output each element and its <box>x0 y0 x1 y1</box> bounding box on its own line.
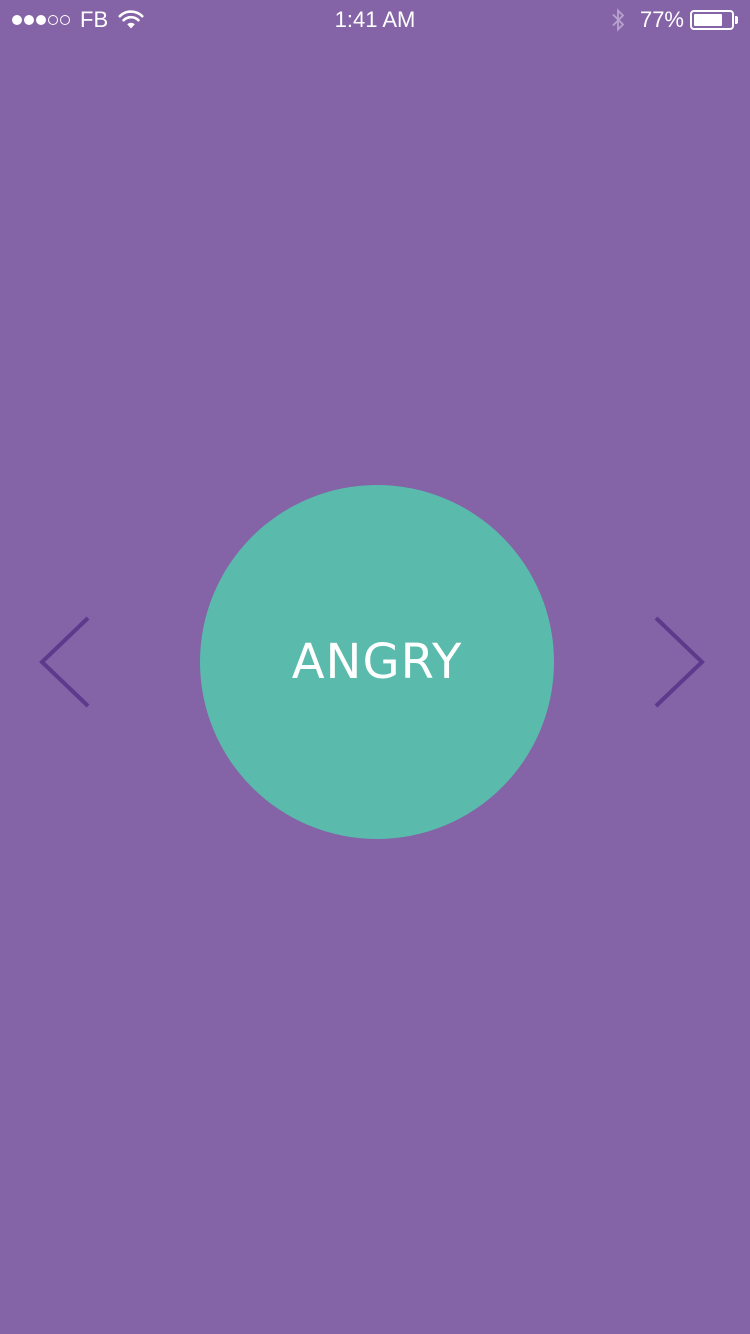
chevron-left-icon <box>39 616 90 708</box>
battery-cap <box>735 16 738 24</box>
battery-percentage: 77% <box>639 7 684 32</box>
status-bar: FB 1:41 AM 77% <box>0 0 750 40</box>
mood-screen: FB 1:41 AM 77% ANGRY <box>0 0 750 1334</box>
battery-icon <box>690 10 734 30</box>
next-mood-button[interactable] <box>652 614 712 710</box>
mood-circle-button[interactable]: ANGRY <box>200 485 554 839</box>
battery-level-fill <box>694 14 722 26</box>
mood-label: ANGRY <box>291 634 463 690</box>
status-bar-right: 77% <box>610 7 738 33</box>
previous-mood-button[interactable] <box>36 614 96 710</box>
bluetooth-icon <box>612 8 625 32</box>
chevron-right-icon <box>654 616 705 708</box>
